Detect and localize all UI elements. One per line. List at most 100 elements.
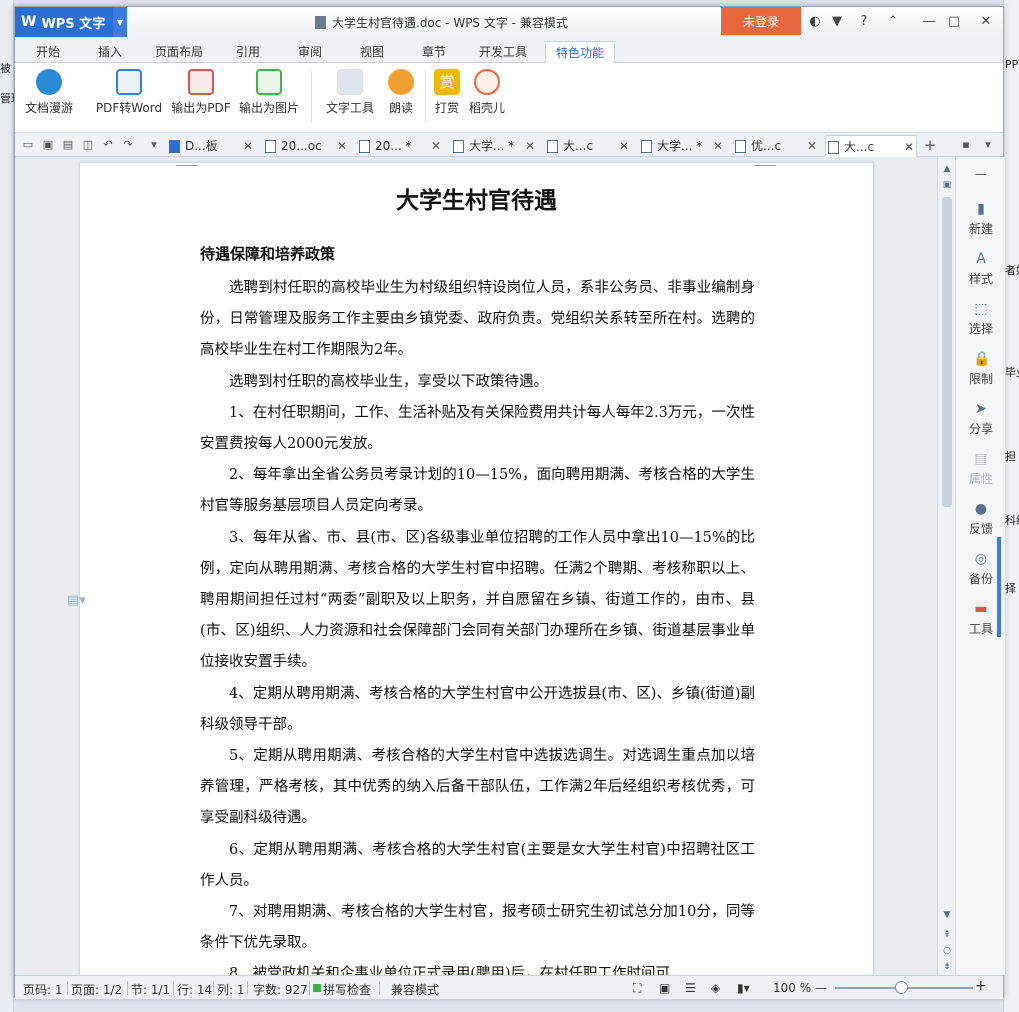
zoom-slider-handle[interactable] xyxy=(895,981,908,994)
export-pdf-button[interactable]: 输出为PDF xyxy=(169,69,233,127)
app-name: WPS 文字 xyxy=(41,16,106,32)
status-spellcheck[interactable]: 拼写检查 xyxy=(323,981,371,998)
next-page-icon[interactable]: ⇟ xyxy=(941,961,953,973)
tab-review[interactable]: 审阅 xyxy=(289,41,331,63)
panel-new-button[interactable]: ▮ 新建 xyxy=(956,201,1006,237)
scroll-top-icon[interactable]: ▲ xyxy=(941,163,953,175)
status-divider xyxy=(247,981,248,995)
close-tab-icon[interactable]: ✕ xyxy=(431,135,441,157)
panel-label: 反馈 xyxy=(968,522,993,536)
web-view-icon[interactable]: ◈ xyxy=(711,981,720,995)
tab-insert[interactable]: 插入 xyxy=(89,41,131,63)
paragraph-marker-icon[interactable]: ▤▾ xyxy=(67,593,86,608)
vertical-scrollbar[interactable]: ▲ ▣ ▼ ⇞ ○ ⇟ xyxy=(937,157,955,975)
doc-tab[interactable]: 大...c ✕ xyxy=(545,135,631,157)
undo-icon[interactable]: ↶ xyxy=(101,138,115,152)
panel-label: 属性 xyxy=(968,472,993,486)
docer-button[interactable]: 稻壳儿 xyxy=(467,69,507,127)
tab-view[interactable]: 视图 xyxy=(351,41,393,63)
pdf-to-word-button[interactable]: PDF转Word xyxy=(91,69,167,127)
close-tab-icon[interactable]: ✕ xyxy=(337,135,347,157)
scroll-down-icon[interactable]: ▼ xyxy=(941,909,953,921)
reward-button[interactable]: 赏 打赏 xyxy=(429,69,465,127)
cloud-icon xyxy=(36,69,62,95)
minimize-icon[interactable]: — xyxy=(921,14,937,30)
help-button[interactable]: ? xyxy=(853,14,875,30)
export-image-button[interactable]: 输出为图片 xyxy=(237,69,301,127)
outline-view-icon[interactable]: ☰ xyxy=(685,981,696,995)
document-body[interactable]: 选聘到村任职的高校毕业生为村级组织特设岗位人员，系非公务员、非事业编制身份，日常… xyxy=(200,273,755,975)
login-button[interactable]: 未登录 xyxy=(721,7,801,35)
doc-tab-label: 优...c xyxy=(751,139,782,153)
save-icon[interactable]: ▣ xyxy=(41,138,55,152)
open-folder-icon[interactable]: ▭ xyxy=(21,138,35,152)
panel-feedback-button[interactable]: ● 反馈 xyxy=(956,501,1006,537)
doc-tab[interactable]: 20... * ✕ xyxy=(357,135,443,157)
tab-developer[interactable]: 开发工具 xyxy=(473,41,533,63)
paragraph: 8、被党政机关和企事业单位正式录用(聘用)后，在村任职工作时间可 xyxy=(229,966,671,975)
doc-tab[interactable]: 20...oc ✕ xyxy=(263,135,349,157)
redo-icon[interactable]: ↷ xyxy=(121,138,135,152)
quick-access-dropdown-icon[interactable]: ▾ xyxy=(147,138,161,152)
doc-tab[interactable]: 大学... * ✕ xyxy=(639,135,725,157)
collapse-ribbon-icon[interactable]: ⌃ xyxy=(885,14,901,30)
text-tools-button[interactable]: 文字工具 xyxy=(319,69,381,127)
tab-list-icon[interactable]: ▪ xyxy=(959,138,973,152)
browse-object-icon[interactable]: ○ xyxy=(941,945,953,957)
split-view-icon[interactable]: ▣ xyxy=(941,179,953,191)
zoom-in-icon[interactable]: + xyxy=(975,978,987,994)
close-tab-icon[interactable]: ✕ xyxy=(243,135,253,157)
maximize-icon[interactable]: □ xyxy=(946,14,962,30)
status-divider xyxy=(213,981,214,995)
close-tab-icon[interactable]: ✕ xyxy=(713,135,723,157)
tab-start[interactable]: 开始 xyxy=(27,41,69,63)
print-preview-icon[interactable]: ◫ xyxy=(81,138,95,152)
close-tab-icon[interactable]: ✕ xyxy=(619,135,629,157)
panel-share-button[interactable]: ➤ 分享 xyxy=(956,401,1006,437)
doc-tab-active[interactable]: 大...c ✕ xyxy=(825,135,917,157)
zoom-level[interactable]: 100 % xyxy=(773,981,811,995)
read-aloud-button[interactable]: 朗读 xyxy=(383,69,419,127)
panel-resize-handle[interactable] xyxy=(997,537,1001,637)
page-view-icon[interactable]: ▣ xyxy=(659,981,670,995)
toolbox-icon: ▬ xyxy=(974,601,988,617)
new-tab-icon[interactable]: + xyxy=(923,138,937,153)
panel-properties-button[interactable]: ▤ 属性 xyxy=(956,451,1006,487)
status-page[interactable]: 页面: 1/2 xyxy=(71,981,122,998)
tab-page-layout[interactable]: 页面布局 xyxy=(149,41,209,63)
tab-special-features[interactable]: 特色功能 xyxy=(545,41,615,63)
status-divider xyxy=(67,981,68,995)
close-tab-icon[interactable]: ✕ xyxy=(807,135,817,157)
panel-style-button[interactable]: A 样式 xyxy=(956,251,1006,287)
tab-menu-icon[interactable]: ▾ xyxy=(981,138,995,152)
panel-select-button[interactable]: ⬚ 选择 xyxy=(956,301,1006,337)
doc-tab-label: 大...c xyxy=(563,139,594,153)
document-page[interactable]: 大学生村官待遇 待遇保障和培养政策 选聘到村任职的高校毕业生为村级组织特设岗位人… xyxy=(80,163,873,975)
ribbon: 文档漫游 PDF转Word 输出为PDF 输出为图片 文字工具 朗读 赏 打赏 xyxy=(15,63,1003,133)
doc-tab[interactable]: D...板 ✕ xyxy=(167,135,255,157)
close-tab-icon[interactable]: ✕ xyxy=(904,136,914,158)
crop-mark xyxy=(754,165,776,166)
docer-template-icon xyxy=(169,140,180,153)
app-menu-button[interactable]: W WPS 文字 ▼ xyxy=(15,7,127,37)
prev-page-icon[interactable]: ⇞ xyxy=(941,929,953,941)
panel-restrict-button[interactable]: 🔒 限制 xyxy=(956,351,1006,387)
tab-section[interactable]: 章节 xyxy=(413,41,455,63)
zoom-out-icon[interactable]: — xyxy=(815,981,827,995)
skin-icon[interactable]: ◐ xyxy=(807,14,823,30)
close-tab-icon[interactable]: ✕ xyxy=(525,135,535,157)
scrollbar-thumb[interactable] xyxy=(942,197,952,507)
panel-close-icon[interactable]: — xyxy=(956,167,1006,181)
tab-references[interactable]: 引用 xyxy=(227,41,269,63)
fullscreen-view-icon[interactable]: ⛶ xyxy=(633,981,641,996)
doc-tab[interactable]: 优...c ✕ xyxy=(733,135,819,157)
print-icon[interactable]: ▤ xyxy=(61,138,75,152)
status-word-count[interactable]: 字数: 927 xyxy=(253,981,308,998)
shirt-icon[interactable]: ▼ xyxy=(829,14,845,30)
close-icon[interactable]: ✕ xyxy=(978,14,994,30)
doc-roaming-button[interactable]: 文档漫游 xyxy=(21,69,77,127)
chevron-down-icon[interactable]: ▼ xyxy=(113,7,127,37)
reading-mode-icon[interactable]: ▮▾ xyxy=(737,981,750,995)
doc-tab[interactable]: 大学... * ✕ xyxy=(451,135,537,157)
document-canvas[interactable]: 大学生村官待遇 待遇保障和培养政策 选聘到村任职的高校毕业生为村级组织特设岗位人… xyxy=(15,157,937,975)
